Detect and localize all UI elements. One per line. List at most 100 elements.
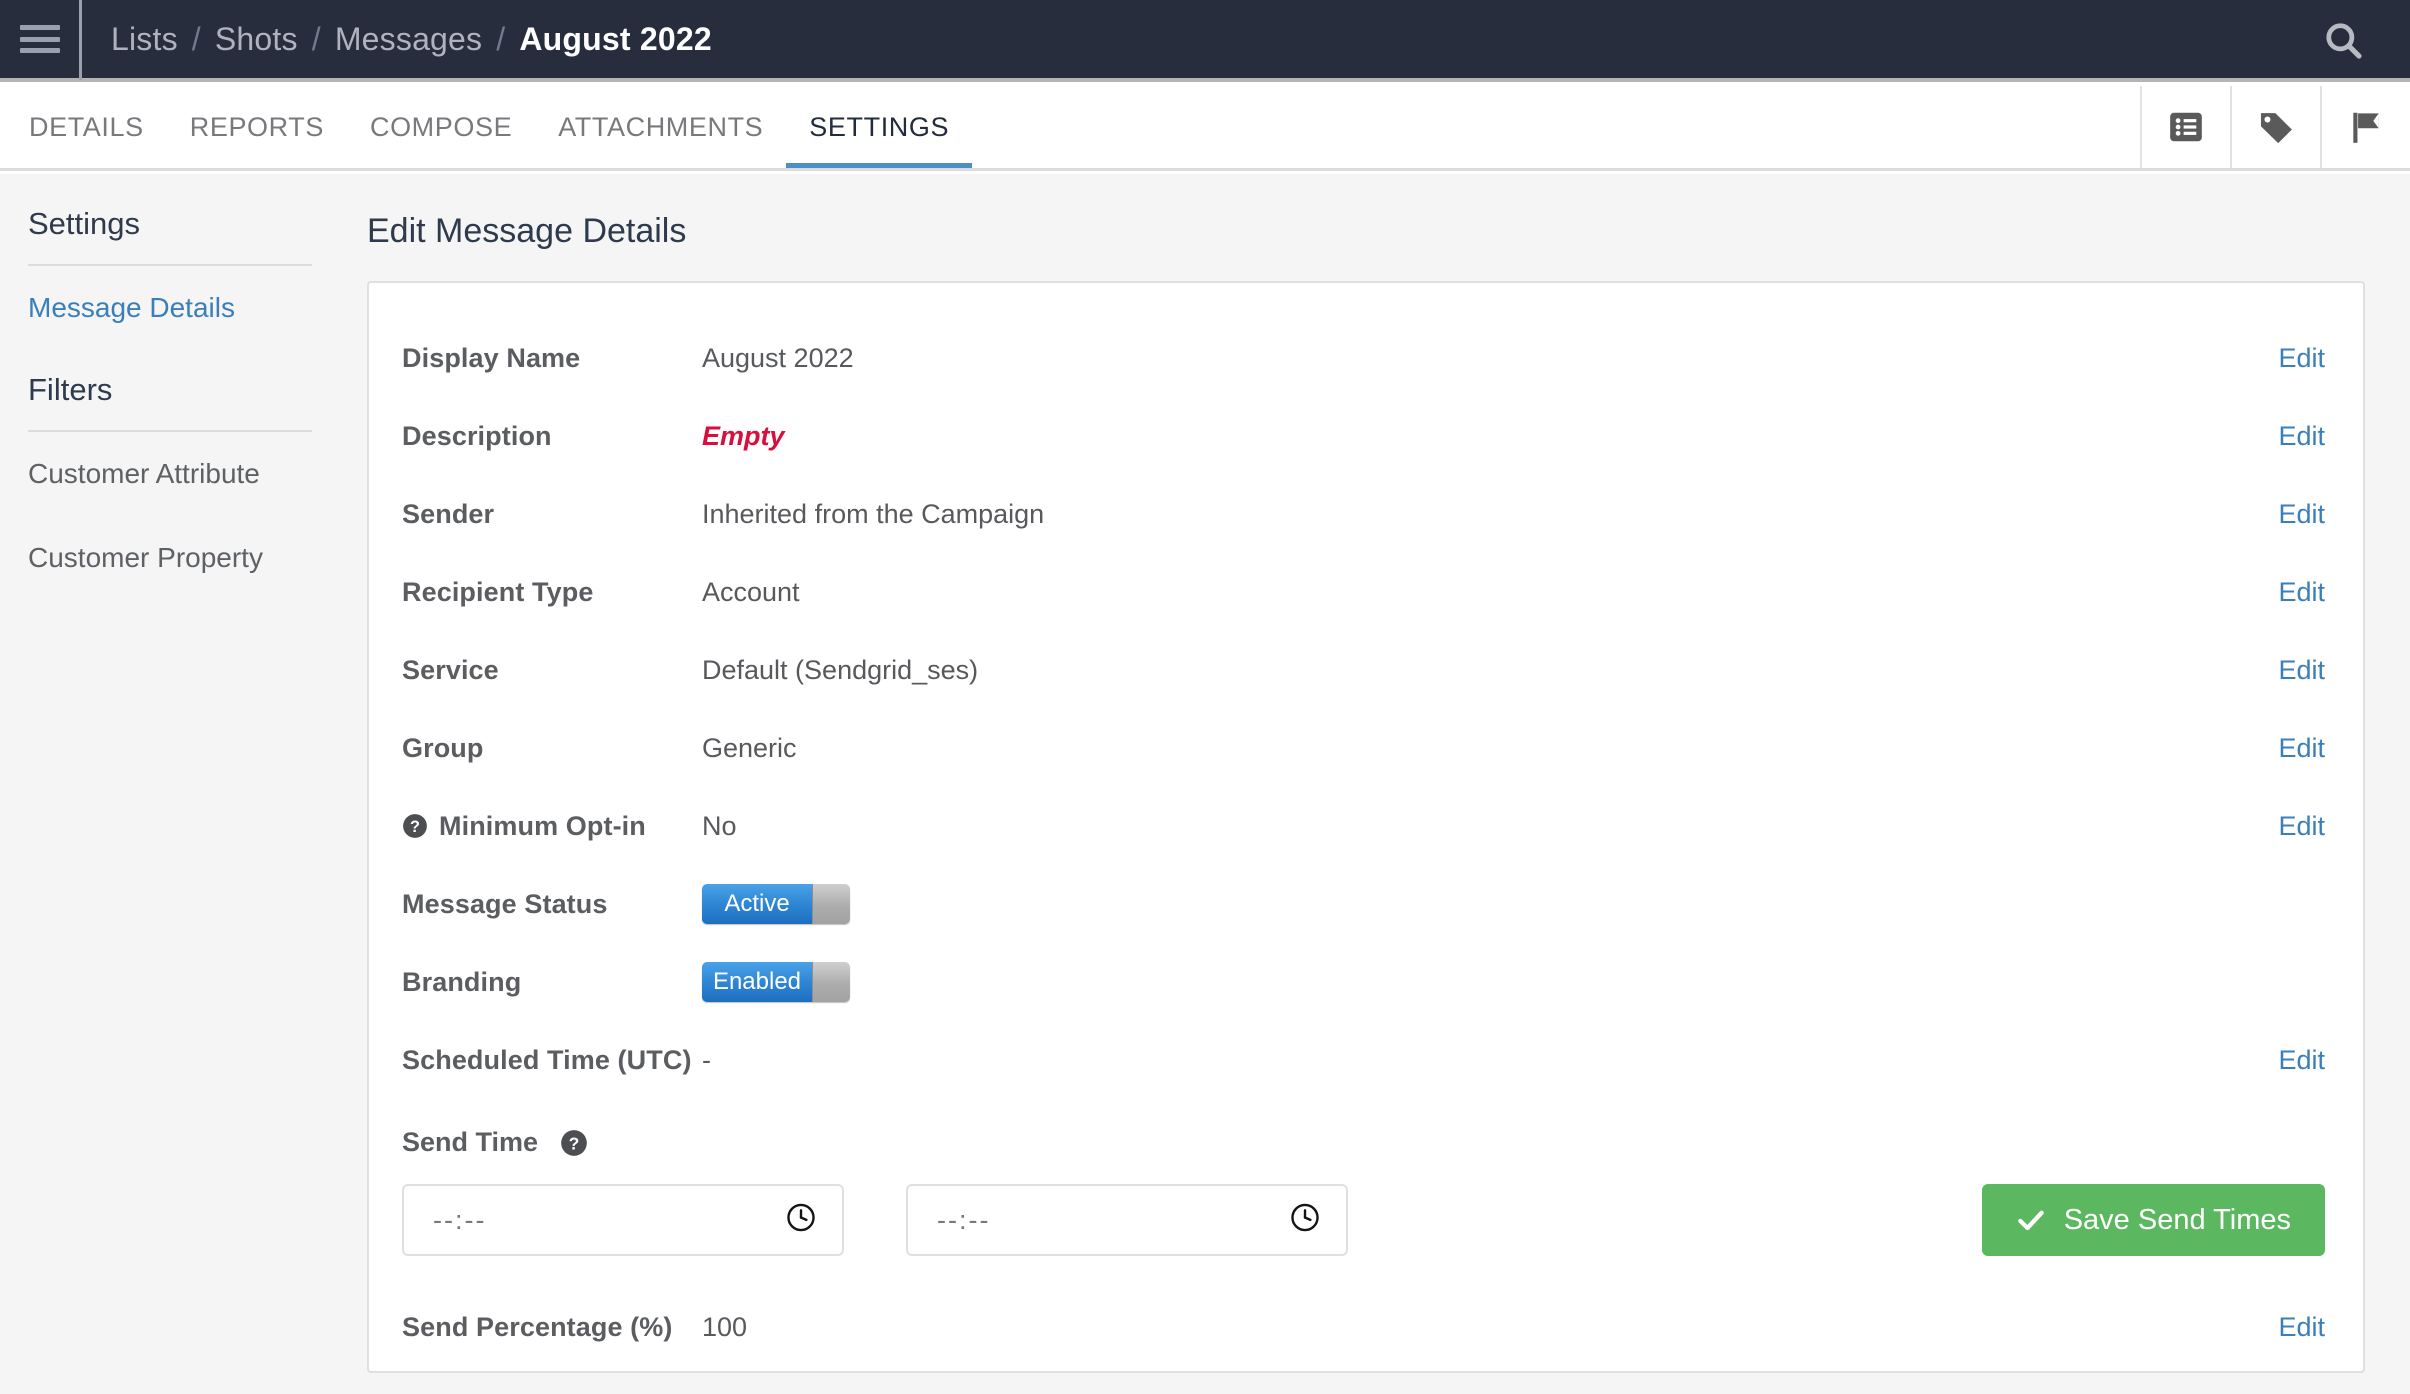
hamburger-menu-icon xyxy=(19,25,60,53)
row-value: Inherited from the Campaign xyxy=(702,498,1045,529)
tab-list: DETAILS REPORTS COMPOSE ATTACHMENTS SETT… xyxy=(0,83,973,168)
row-label: Description xyxy=(402,420,552,451)
tab-reports[interactable]: REPORTS xyxy=(167,114,347,168)
row-label: Scheduled Time (UTC) xyxy=(402,1044,692,1075)
breadcrumb-separator: / xyxy=(496,20,506,57)
row-service: Service Default (Sendgrid_ses) Edit xyxy=(369,631,2363,709)
sidebar-heading-filters: Filters xyxy=(28,372,113,407)
message-status-toggle[interactable]: Active xyxy=(702,884,850,924)
tab-attachments[interactable]: ATTACHMENTS xyxy=(535,114,786,168)
row-minimum-opt-in: ? Minimum Opt-in No Edit xyxy=(369,787,2363,865)
row-label-with-help: ? Minimum Opt-in xyxy=(402,811,702,842)
row-description: Description Empty Edit xyxy=(369,397,2363,475)
toggle-label: Enabled xyxy=(702,962,812,1002)
breadcrumb-item-messages[interactable]: Messages xyxy=(335,21,482,58)
edit-recipient-type-link[interactable]: Edit xyxy=(2258,577,2325,608)
send-time-label-group: Send Time ? xyxy=(369,1099,2363,1158)
tag-button[interactable] xyxy=(2230,86,2320,168)
row-label: Group xyxy=(402,732,484,763)
edit-sender-link[interactable]: Edit xyxy=(2258,499,2325,530)
row-recipient-type: Recipient Type Account Edit xyxy=(369,553,2363,631)
row-send-percentage: Send Percentage (%) 100 Edit xyxy=(369,1288,2363,1366)
row-label: Send Percentage (%) xyxy=(402,1311,673,1342)
sidebar-heading-settings: Settings xyxy=(28,206,141,241)
tab-bar-actions xyxy=(2140,86,2410,168)
edit-send-percentage-link[interactable]: Edit xyxy=(2258,1312,2325,1343)
flag-button[interactable] xyxy=(2320,86,2410,168)
toggle-knob xyxy=(812,884,850,924)
flag-icon xyxy=(2353,112,2379,143)
breadcrumb: Lists / Shots / Messages / August 2022 xyxy=(82,21,712,58)
row-label: Service xyxy=(402,654,499,685)
message-details-card: Display Name August 2022 Edit Descriptio… xyxy=(367,281,2365,1373)
edit-service-link[interactable]: Edit xyxy=(2258,655,2325,686)
row-value: No xyxy=(702,810,737,841)
tag-icon xyxy=(2260,113,2292,144)
row-value: Account xyxy=(702,576,800,607)
list-button[interactable] xyxy=(2140,86,2230,168)
row-branding: Branding Enabled xyxy=(369,943,2363,1021)
send-time-end-input[interactable]: --:-- xyxy=(906,1184,1348,1256)
send-time-start-placeholder: --:-- xyxy=(433,1204,487,1235)
row-label-text: Minimum Opt-in xyxy=(439,810,646,841)
row-label: Sender xyxy=(402,498,495,529)
svg-text:?: ? xyxy=(569,1133,580,1153)
row-message-status: Message Status Active xyxy=(369,865,2363,943)
send-time-end-placeholder: --:-- xyxy=(937,1204,991,1235)
breadcrumb-item-shots[interactable]: Shots xyxy=(215,21,298,58)
search-icon xyxy=(2326,23,2362,59)
tab-bar: DETAILS REPORTS COMPOSE ATTACHMENTS SETT… xyxy=(0,86,2410,171)
row-sender: Sender Inherited from the Campaign Edit xyxy=(369,475,2363,553)
row-label: Recipient Type xyxy=(402,576,594,607)
help-circle-icon[interactable]: ? xyxy=(560,1129,588,1157)
search-button[interactable] xyxy=(2304,0,2384,82)
clock-icon[interactable] xyxy=(785,1202,817,1239)
row-value: - xyxy=(702,1044,711,1075)
edit-scheduled-time-link[interactable]: Edit xyxy=(2258,1045,2325,1076)
save-send-times-label: Save Send Times xyxy=(2063,1203,2291,1236)
clock-icon[interactable] xyxy=(1289,1202,1321,1239)
sidebar-item-message-details[interactable]: Message Details xyxy=(0,266,340,350)
send-time-inputs-row: --:-- --:-- Save Send Times xyxy=(369,1158,2363,1256)
row-value: Generic xyxy=(702,732,797,763)
send-time-label: Send Time xyxy=(402,1127,539,1157)
edit-group-link[interactable]: Edit xyxy=(2258,733,2325,764)
save-send-times-button[interactable]: Save Send Times xyxy=(1981,1184,2325,1256)
breadcrumb-item-lists[interactable]: Lists xyxy=(111,21,178,58)
tab-details[interactable]: DETAILS xyxy=(6,114,167,168)
hamburger-menu-button[interactable] xyxy=(0,0,82,80)
toggle-knob xyxy=(812,962,850,1002)
row-label: Message Status xyxy=(402,888,608,919)
toggle-label: Active xyxy=(702,884,812,924)
row-label: Display Name xyxy=(402,342,581,373)
breadcrumb-item-current: August 2022 xyxy=(519,20,712,57)
sidebar-item-customer-attribute[interactable]: Customer Attribute xyxy=(0,432,340,516)
row-value: Enabled xyxy=(702,962,2325,1002)
main-content: Edit Message Details Display Name August… xyxy=(340,174,2410,1373)
edit-description-link[interactable]: Edit xyxy=(2258,421,2325,452)
tab-settings[interactable]: SETTINGS xyxy=(786,114,973,168)
edit-minimum-opt-in-link[interactable]: Edit xyxy=(2258,811,2325,842)
page-body: Settings Message Details Filters Custome… xyxy=(0,174,2410,1394)
row-display-name: Display Name August 2022 Edit xyxy=(369,319,2363,397)
page-title: Edit Message Details xyxy=(367,212,687,250)
list-icon xyxy=(2170,112,2202,142)
branding-toggle[interactable]: Enabled xyxy=(702,962,850,1002)
help-circle-icon[interactable]: ? xyxy=(402,813,428,839)
row-label: Branding xyxy=(402,966,522,997)
breadcrumb-separator: / xyxy=(311,20,321,57)
row-value: Empty xyxy=(702,420,785,451)
tab-compose[interactable]: COMPOSE xyxy=(347,114,535,168)
row-scheduled-time: Scheduled Time (UTC) - Edit xyxy=(369,1021,2363,1099)
sidebar: Settings Message Details Filters Custome… xyxy=(0,174,340,600)
row-value: Default (Sendgrid_ses) xyxy=(702,654,979,685)
sidebar-item-customer-property[interactable]: Customer Property xyxy=(0,516,340,600)
edit-display-name-link[interactable]: Edit xyxy=(2258,343,2325,374)
row-group: Group Generic Edit xyxy=(369,709,2363,787)
send-time-start-input[interactable]: --:-- xyxy=(402,1184,844,1256)
top-header-bar: Lists / Shots / Messages / August 2022 xyxy=(0,0,2410,82)
row-value: Active xyxy=(702,884,2325,924)
row-value: 100 xyxy=(702,1311,748,1342)
check-icon xyxy=(2017,1210,2044,1231)
